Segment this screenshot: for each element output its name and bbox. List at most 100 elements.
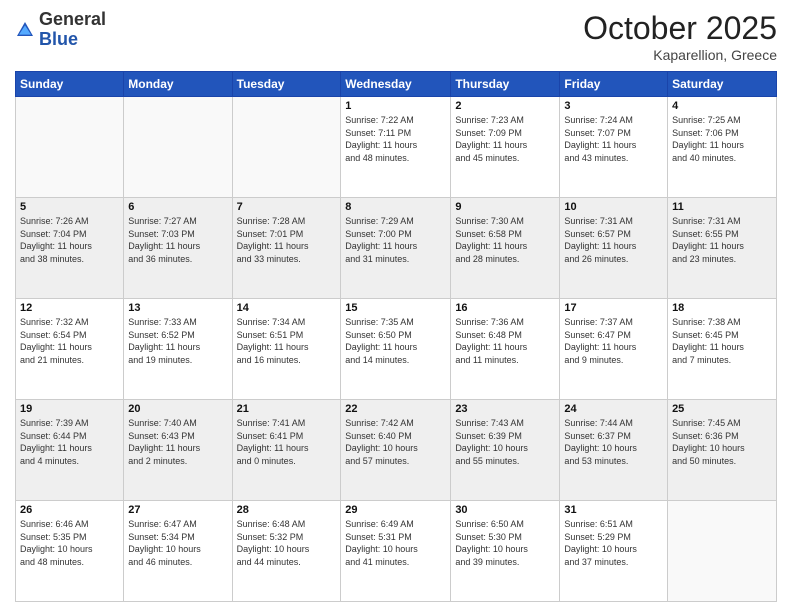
logo-general-text: General — [39, 9, 106, 29]
calendar-header-friday: Friday — [560, 72, 668, 97]
day-info: Sunrise: 7:34 AMSunset: 6:51 PMDaylight:… — [237, 316, 337, 366]
calendar-header-wednesday: Wednesday — [341, 72, 451, 97]
day-info: Sunrise: 6:51 AMSunset: 5:29 PMDaylight:… — [564, 518, 663, 568]
day-number: 6 — [128, 201, 227, 213]
calendar-cell: 2 Sunrise: 7:23 AMSunset: 7:09 PMDaylight… — [451, 97, 560, 198]
calendar-cell — [124, 97, 232, 198]
day-info: Sunrise: 7:35 AMSunset: 6:50 PMDaylight:… — [345, 316, 446, 366]
calendar-header-row: SundayMondayTuesdayWednesdayThursdayFrid… — [16, 72, 777, 97]
day-info: Sunrise: 7:25 AMSunset: 7:06 PMDaylight:… — [672, 114, 772, 164]
logo: General Blue — [15, 10, 106, 50]
calendar-cell: 31 Sunrise: 6:51 AMSunset: 5:29 PMDayligh… — [560, 501, 668, 602]
day-number: 16 — [455, 302, 555, 314]
day-info: Sunrise: 7:32 AMSunset: 6:54 PMDaylight:… — [20, 316, 119, 366]
calendar-cell: 9 Sunrise: 7:30 AMSunset: 6:58 PMDaylight… — [451, 198, 560, 299]
calendar-header-sunday: Sunday — [16, 72, 124, 97]
calendar-cell: 1 Sunrise: 7:22 AMSunset: 7:11 PMDaylight… — [341, 97, 451, 198]
logo-icon — [15, 20, 35, 40]
day-info: Sunrise: 7:44 AMSunset: 6:37 PMDaylight:… — [564, 417, 663, 467]
calendar-cell: 6Sunrise: 7:27 AMSunset: 7:03 PMDaylight… — [124, 198, 232, 299]
day-info: Sunrise: 7:23 AMSunset: 7:09 PMDaylight:… — [455, 114, 555, 164]
day-info: Sunrise: 7:39 AMSunset: 6:44 PMDaylight:… — [20, 417, 119, 467]
day-info: Sunrise: 6:46 AMSunset: 5:35 PMDaylight:… — [20, 518, 119, 568]
calendar-cell: 19 Sunrise: 7:39 AMSunset: 6:44 PMDayligh… — [16, 400, 124, 501]
calendar-cell: 13 Sunrise: 7:33 AMSunset: 6:52 PMDayligh… — [124, 299, 232, 400]
calendar-week-row: 26 Sunrise: 6:46 AMSunset: 5:35 PMDayligh… — [16, 501, 777, 602]
calendar-cell: 20 Sunrise: 7:40 AMSunset: 6:43 PMDayligh… — [124, 400, 232, 501]
day-number: 30 — [455, 504, 555, 516]
day-number: 11 — [672, 201, 772, 213]
day-info: Sunrise: 6:48 AMSunset: 5:32 PMDaylight:… — [237, 518, 337, 568]
day-number: 25 — [672, 403, 772, 415]
day-number: 14 — [237, 302, 337, 314]
logo-text: General Blue — [39, 10, 106, 50]
day-info: Sunrise: 7:42 AMSunset: 6:40 PMDaylight:… — [345, 417, 446, 467]
day-number: 7 — [237, 201, 337, 213]
logo-blue-text: Blue — [39, 29, 78, 49]
day-number: 13 — [128, 302, 227, 314]
day-info: Sunrise: 7:38 AMSunset: 6:45 PMDaylight:… — [672, 316, 772, 366]
day-number: 27 — [128, 504, 227, 516]
day-info: Sunrise: 7:29 AMSunset: 7:00 PMDaylight:… — [345, 215, 446, 265]
day-info: Sunrise: 7:36 AMSunset: 6:48 PMDaylight:… — [455, 316, 555, 366]
day-number: 5 — [20, 201, 119, 213]
day-info: Sunrise: 7:28 AMSunset: 7:01 PMDaylight:… — [237, 215, 337, 265]
day-info: Sunrise: 7:22 AMSunset: 7:11 PMDaylight:… — [345, 114, 446, 164]
calendar-cell: 8 Sunrise: 7:29 AMSunset: 7:00 PMDaylight… — [341, 198, 451, 299]
calendar-cell — [232, 97, 341, 198]
calendar-cell: 28Sunrise: 6:48 AMSunset: 5:32 PMDayligh… — [232, 501, 341, 602]
day-number: 3 — [564, 100, 663, 112]
day-info: Sunrise: 7:40 AMSunset: 6:43 PMDaylight:… — [128, 417, 227, 467]
calendar-cell — [668, 501, 777, 602]
day-info: Sunrise: 7:30 AMSunset: 6:58 PMDaylight:… — [455, 215, 555, 265]
calendar-table: SundayMondayTuesdayWednesdayThursdayFrid… — [15, 71, 777, 602]
calendar-week-row: 5Sunrise: 7:26 AMSunset: 7:04 PMDaylight… — [16, 198, 777, 299]
calendar-header-thursday: Thursday — [451, 72, 560, 97]
calendar-cell: 15 Sunrise: 7:35 AMSunset: 6:50 PMDayligh… — [341, 299, 451, 400]
calendar-cell: 23Sunrise: 7:43 AMSunset: 6:39 PMDayligh… — [451, 400, 560, 501]
calendar-cell: 11 Sunrise: 7:31 AMSunset: 6:55 PMDayligh… — [668, 198, 777, 299]
day-number: 2 — [455, 100, 555, 112]
calendar-header-tuesday: Tuesday — [232, 72, 341, 97]
day-number: 1 — [345, 100, 446, 112]
header: General Blue October 2025 Kaparellion, G… — [15, 10, 777, 63]
calendar-cell: 30 Sunrise: 6:50 AMSunset: 5:30 PMDayligh… — [451, 501, 560, 602]
day-info: Sunrise: 6:47 AMSunset: 5:34 PMDaylight:… — [128, 518, 227, 568]
day-number: 19 — [20, 403, 119, 415]
calendar-week-row: 12Sunrise: 7:32 AMSunset: 6:54 PMDayligh… — [16, 299, 777, 400]
month-title: October 2025 — [583, 10, 777, 47]
day-info: Sunrise: 6:50 AMSunset: 5:30 PMDaylight:… — [455, 518, 555, 568]
day-number: 22 — [345, 403, 446, 415]
day-number: 17 — [564, 302, 663, 314]
calendar-cell: 4Sunrise: 7:25 AMSunset: 7:06 PMDaylight… — [668, 97, 777, 198]
location: Kaparellion, Greece — [583, 47, 777, 63]
calendar-cell: 24 Sunrise: 7:44 AMSunset: 6:37 PMDayligh… — [560, 400, 668, 501]
day-number: 8 — [345, 201, 446, 213]
day-info: Sunrise: 7:24 AMSunset: 7:07 PMDaylight:… — [564, 114, 663, 164]
day-info: Sunrise: 7:31 AMSunset: 6:57 PMDaylight:… — [564, 215, 663, 265]
calendar-cell: 29Sunrise: 6:49 AMSunset: 5:31 PMDayligh… — [341, 501, 451, 602]
calendar-week-row: 19 Sunrise: 7:39 AMSunset: 6:44 PMDayligh… — [16, 400, 777, 501]
day-info: Sunrise: 7:41 AMSunset: 6:41 PMDaylight:… — [237, 417, 337, 467]
day-number: 26 — [20, 504, 119, 516]
title-block: October 2025 Kaparellion, Greece — [583, 10, 777, 63]
day-number: 24 — [564, 403, 663, 415]
calendar-cell — [16, 97, 124, 198]
calendar-cell: 25Sunrise: 7:45 AMSunset: 6:36 PMDayligh… — [668, 400, 777, 501]
calendar-cell: 10 Sunrise: 7:31 AMSunset: 6:57 PMDayligh… — [560, 198, 668, 299]
calendar-cell: 7 Sunrise: 7:28 AMSunset: 7:01 PMDaylight… — [232, 198, 341, 299]
calendar-week-row: 1 Sunrise: 7:22 AMSunset: 7:11 PMDaylight… — [16, 97, 777, 198]
calendar-cell: 14 Sunrise: 7:34 AMSunset: 6:51 PMDayligh… — [232, 299, 341, 400]
day-number: 9 — [455, 201, 555, 213]
page-container: General Blue October 2025 Kaparellion, G… — [0, 0, 792, 612]
day-number: 31 — [564, 504, 663, 516]
day-info: Sunrise: 7:31 AMSunset: 6:55 PMDaylight:… — [672, 215, 772, 265]
day-number: 23 — [455, 403, 555, 415]
calendar-cell: 12Sunrise: 7:32 AMSunset: 6:54 PMDayligh… — [16, 299, 124, 400]
calendar-cell: 17Sunrise: 7:37 AMSunset: 6:47 PMDayligh… — [560, 299, 668, 400]
day-number: 29 — [345, 504, 446, 516]
day-number: 20 — [128, 403, 227, 415]
day-number: 10 — [564, 201, 663, 213]
day-info: Sunrise: 7:33 AMSunset: 6:52 PMDaylight:… — [128, 316, 227, 366]
day-number: 15 — [345, 302, 446, 314]
